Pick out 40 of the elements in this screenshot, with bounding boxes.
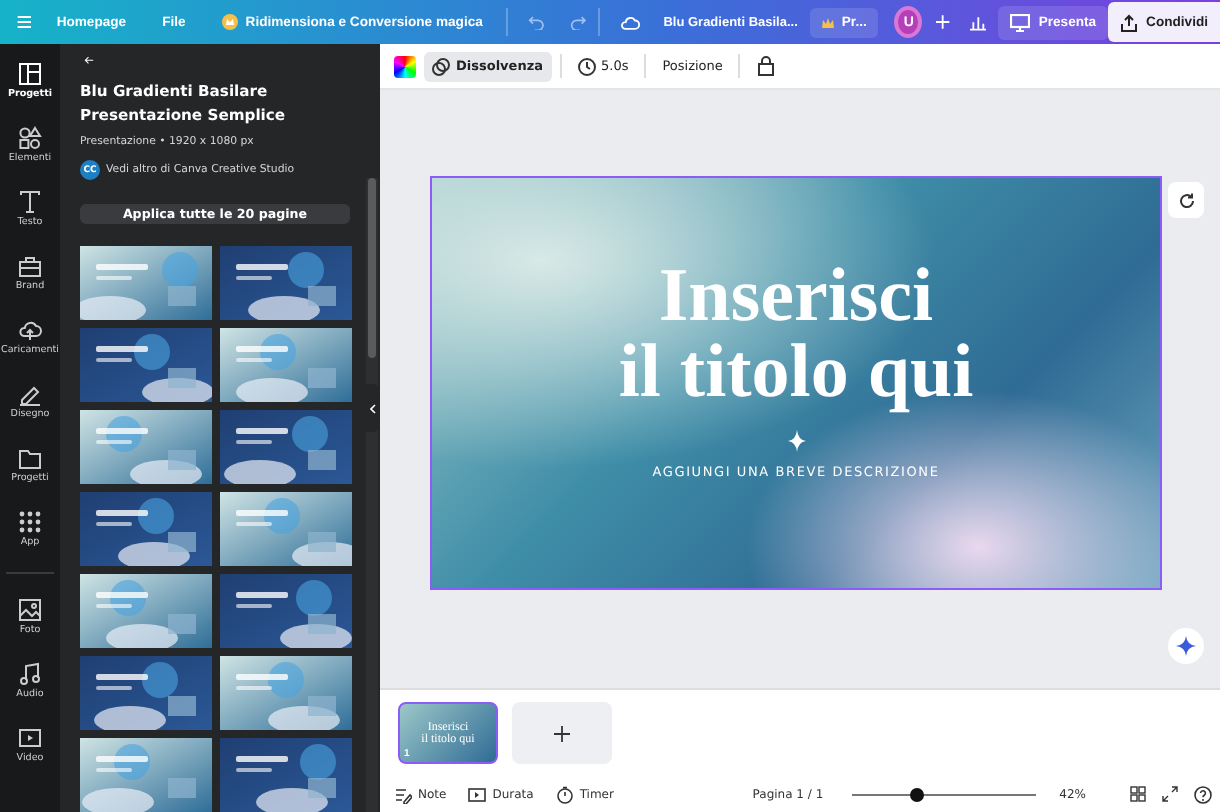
crown-icon: [821, 17, 834, 27]
pen-icon: [18, 382, 42, 406]
screen-icon: [468, 785, 487, 803]
sparkle-icon: [787, 430, 805, 452]
grid-view-icon[interactable]: [1130, 786, 1146, 802]
slide-title: Inserisci il titolo qui: [618, 258, 974, 410]
collapse-handle[interactable]: [366, 384, 380, 432]
back-arrow-icon[interactable]: [80, 56, 98, 65]
monitor-icon: [1010, 13, 1031, 31]
plus-icon: [554, 725, 570, 741]
magic-button[interactable]: [1168, 628, 1204, 664]
stopwatch-icon: [555, 785, 574, 803]
refresh-icon: [1177, 191, 1195, 209]
share-icon: [1120, 13, 1139, 31]
bar-chart-icon[interactable]: [970, 13, 987, 31]
upload-icon: [18, 318, 42, 342]
plus-icon[interactable]: [936, 14, 950, 30]
clock-icon: [577, 57, 595, 75]
video-icon: [18, 726, 42, 750]
music-note-icon: [18, 662, 42, 686]
cloud-icon[interactable]: [619, 13, 640, 31]
scrollbar-thumb[interactable]: [368, 178, 376, 358]
folder-icon: [18, 446, 42, 470]
apps-icon: [18, 510, 42, 534]
notes-icon: [394, 785, 412, 803]
chevron-left-icon: [370, 403, 376, 413]
transition-icon: [432, 57, 450, 75]
fullscreen-icon[interactable]: [1162, 786, 1178, 802]
shapes-icon: [18, 126, 42, 150]
text-icon: [18, 190, 42, 214]
lock-icon[interactable]: [758, 56, 775, 76]
sparkle-icon: [1176, 636, 1196, 656]
briefcase-icon: [18, 254, 42, 278]
refresh-button[interactable]: [1168, 182, 1204, 218]
layout-icon: [18, 62, 42, 86]
color-picker-button[interactable]: [394, 55, 416, 77]
image-icon: [18, 598, 42, 622]
crown-badge-icon: [221, 14, 238, 30]
menu-icon[interactable]: [16, 14, 33, 30]
help-icon[interactable]: [1194, 785, 1212, 803]
